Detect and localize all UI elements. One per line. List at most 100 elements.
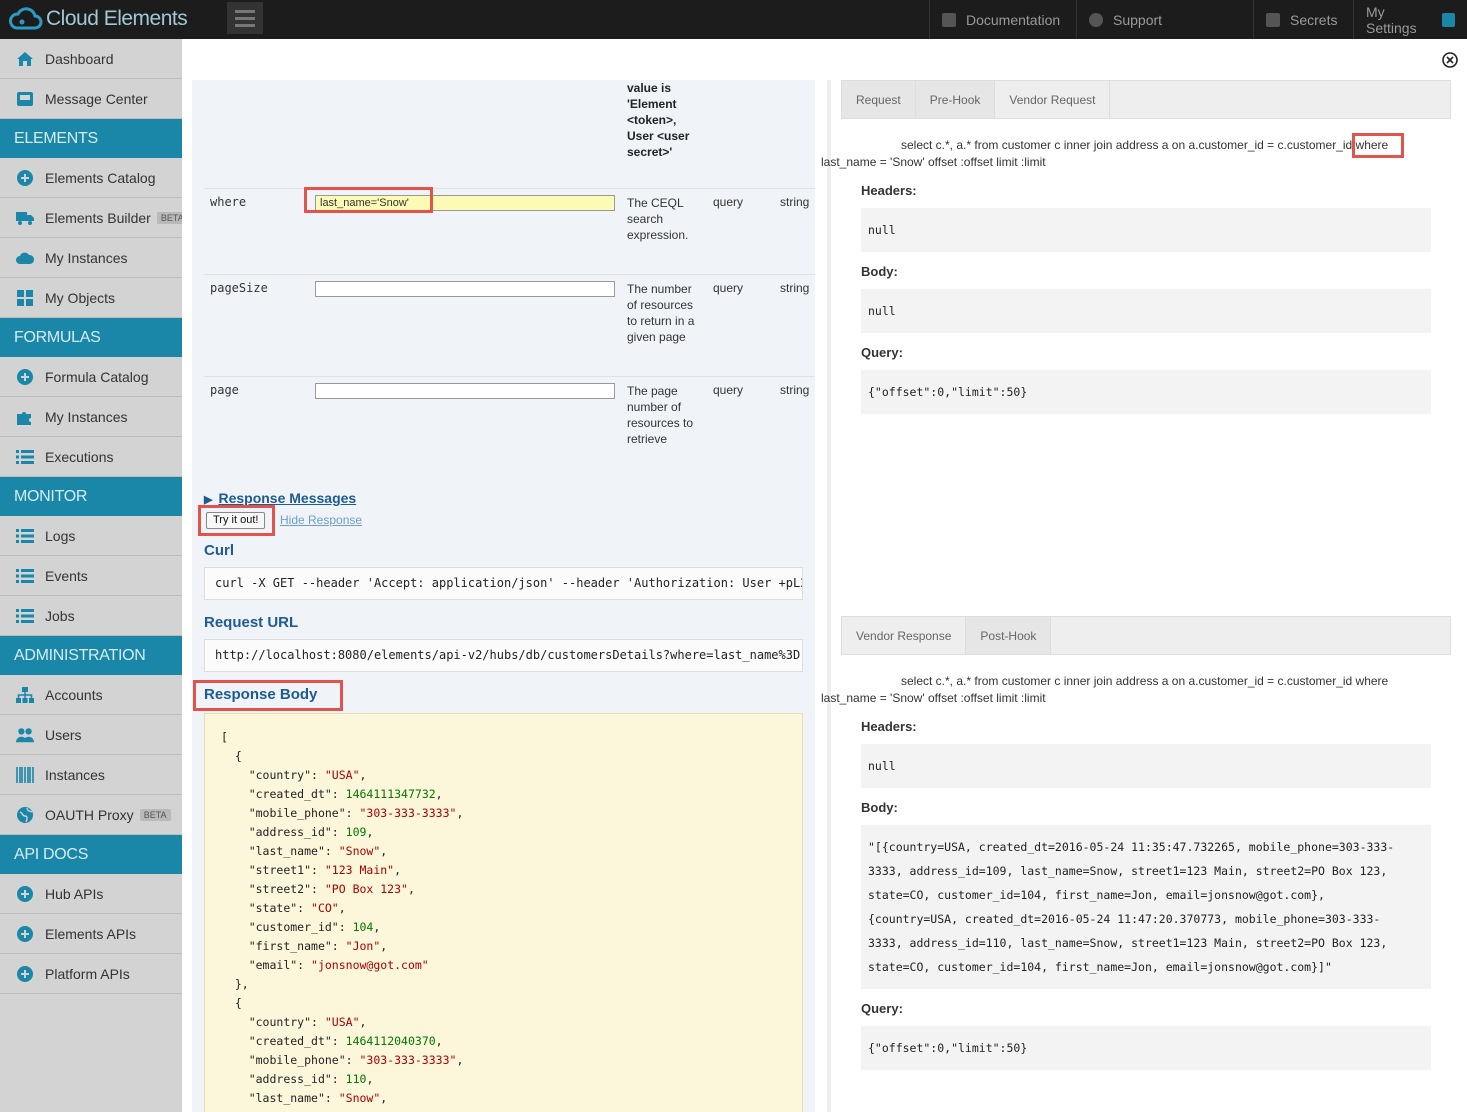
plus-circle-icon <box>16 368 34 386</box>
vendor-response-sql: select c.*, a.* from customer c inner jo… <box>821 655 1451 707</box>
sidebar-item-label: Events <box>45 567 88 584</box>
body-line: {country=USA, created_dt=2016-05-24 11:4… <box>868 912 1381 926</box>
beta-badge: BETA <box>139 808 171 821</box>
tab-vendor-request[interactable]: Vendor Request <box>995 81 1111 118</box>
headers-label: Headers: <box>861 183 917 198</box>
sidebar-item-events[interactable]: Events <box>0 556 182 596</box>
hide-response-link[interactable]: Hide Response <box>280 513 362 527</box>
sidebar-item-label: OAUTH Proxy <box>45 806 134 823</box>
cloud-logo-icon <box>9 7 43 30</box>
desc-line: The number <box>627 282 692 296</box>
api-try-modal: value is 'Element <token>, User <user se… <box>182 39 1467 1112</box>
sidebar-item-label: Executions <box>45 448 114 465</box>
close-icon[interactable] <box>1442 52 1458 68</box>
list-icon <box>16 567 34 585</box>
sidebar-item-accounts[interactable]: Accounts <box>0 675 182 715</box>
sql-text: select c.*, a.* from customer c inner jo… <box>901 138 1353 152</box>
sidebar-item-elements-apis[interactable]: Elements APIs <box>0 914 182 954</box>
param-row-where: where last_name='Snow' The CEQL search exp… <box>204 188 815 274</box>
highlight-box <box>304 187 433 213</box>
nav-documentation[interactable]: Documentation <box>929 0 1076 39</box>
pagesize-input[interactable] <box>315 281 615 297</box>
truck-icon <box>16 209 34 227</box>
sidebar-item-label: Elements Catalog <box>45 169 156 186</box>
sidebar-item-elements-catalog[interactable]: Elements Catalog <box>0 158 182 198</box>
response-messages-toggle[interactable]: ▶ Response Messages <box>204 490 356 506</box>
query-value: {"offset":0,"limit":50} <box>861 1026 1431 1070</box>
nav-my-settings-label: My Settings <box>1366 3 1417 36</box>
desc-line: retrieve <box>627 432 668 446</box>
body-line: 3333, address_id=109, last_name=Snow, st… <box>868 864 1388 878</box>
body-line: state=CO, customer_id=104, first_name=Jo… <box>868 960 1332 974</box>
book-icon <box>942 12 956 27</box>
param-data-type: string <box>780 383 810 397</box>
sidebar-item-label: Elements Builder <box>45 209 151 226</box>
tab-request[interactable]: Request <box>842 81 916 118</box>
sql-text: last_name = 'Snow' offset :offset limit … <box>821 691 1046 705</box>
desc-line: given page <box>627 330 686 344</box>
response-body: [ { "country": "USA", "created_dt": 1464… <box>204 713 803 1112</box>
lock-icon <box>1442 12 1455 27</box>
tab-vendor-response[interactable]: Vendor Response <box>842 617 967 654</box>
sidebar-item-dashboard[interactable]: Dashboard <box>0 39 182 79</box>
nav-secrets[interactable]: Secrets <box>1253 0 1353 39</box>
sidebar-item-message-center[interactable]: Message Center <box>0 79 182 119</box>
sidebar-section-api-docs: API DOCS <box>0 835 182 874</box>
beta-badge: BETA <box>156 211 182 224</box>
sidebar-item-label: Dashboard <box>45 50 114 67</box>
sidebar-item-formula-catalog[interactable]: Formula Catalog <box>0 357 182 397</box>
sidebar-item-my-instances[interactable]: My Instances <box>0 397 182 437</box>
sidebar-item-my-instances[interactable]: My Instances <box>0 238 182 278</box>
list-icon <box>16 607 34 625</box>
tab-pre-hook[interactable]: Pre-Hook <box>915 81 996 118</box>
body-line: 3333, address_id=110, last_name=Snow, st… <box>868 936 1388 950</box>
sidebar-item-platform-apis[interactable]: Platform APIs <box>0 954 182 994</box>
grid-icon <box>16 289 34 307</box>
sidebar-item-jobs[interactable]: Jobs <box>0 596 182 636</box>
plus-circle-icon <box>16 965 34 983</box>
nav-support-label: Support <box>1113 11 1163 28</box>
desc-line: number of <box>627 400 682 414</box>
brand-name: Cloud Elements <box>46 7 188 30</box>
request-tabs: Request Pre-Hook Vendor Request <box>841 80 1451 119</box>
nav-support[interactable]: Support <box>1076 0 1179 39</box>
top-bar: Cloud Elements Documentation Support Sec… <box>0 0 1467 39</box>
param-row-page: page The page number of resources to retrie… <box>204 376 815 476</box>
page-input[interactable] <box>315 383 615 399</box>
sidebar-item-oauth-proxy[interactable]: OAUTH Proxy BETA <box>0 795 182 835</box>
request-url: http://localhost:8080/elements/api-v2/hu… <box>204 639 803 672</box>
home-icon <box>16 50 34 68</box>
sidebar-item-label: Hub APIs <box>45 885 104 902</box>
sidebar-item-elements-builder[interactable]: Elements Builder BETA <box>0 198 182 238</box>
desc-line: The CEQL <box>627 196 684 210</box>
users-icon <box>16 726 34 744</box>
brand-logo[interactable]: Cloud Elements <box>8 4 188 34</box>
nav-my-settings[interactable]: My Settings <box>1353 0 1467 39</box>
param-data-type: string <box>780 281 810 295</box>
sql-text: select c.*, a.* from customer c inner jo… <box>901 674 1389 688</box>
sidebar-item-logs[interactable]: Logs <box>0 516 182 556</box>
sql-where-keyword: where <box>1351 133 1405 158</box>
sidebar-item-hub-apis[interactable]: Hub APIs <box>0 874 182 914</box>
sidebar-section-formulas: FORMULAS <box>0 318 182 357</box>
sidebar-item-executions[interactable]: Executions <box>0 437 182 477</box>
body-label: Body: <box>861 800 898 815</box>
menu-toggle-button[interactable] <box>227 2 263 34</box>
response-panel: Vendor Response Post-Hook select c.*, a.… <box>821 616 1451 1112</box>
nav-secrets-label: Secrets <box>1290 11 1338 28</box>
sidebar-section-administration: ADMINISTRATION <box>0 636 182 675</box>
desc-line: search <box>627 212 664 226</box>
panel-divider[interactable] <box>827 80 831 1112</box>
tab-post-hook[interactable]: Post-Hook <box>966 617 1052 654</box>
barcode-icon <box>16 766 34 784</box>
sidebar-item-users[interactable]: Users <box>0 715 182 755</box>
sidebar-item-my-objects[interactable]: My Objects <box>0 278 182 318</box>
desc-line: <token>, <box>627 113 677 127</box>
desc-line: to return in a <box>627 314 695 328</box>
desc-line: expression. <box>627 228 689 242</box>
globe-icon <box>16 806 34 824</box>
param-description: The page number of resources to retrieve <box>627 383 705 447</box>
param-type: query <box>713 281 744 295</box>
sidebar-item-instances[interactable]: Instances <box>0 755 182 795</box>
desc-line: of resources <box>627 298 694 312</box>
